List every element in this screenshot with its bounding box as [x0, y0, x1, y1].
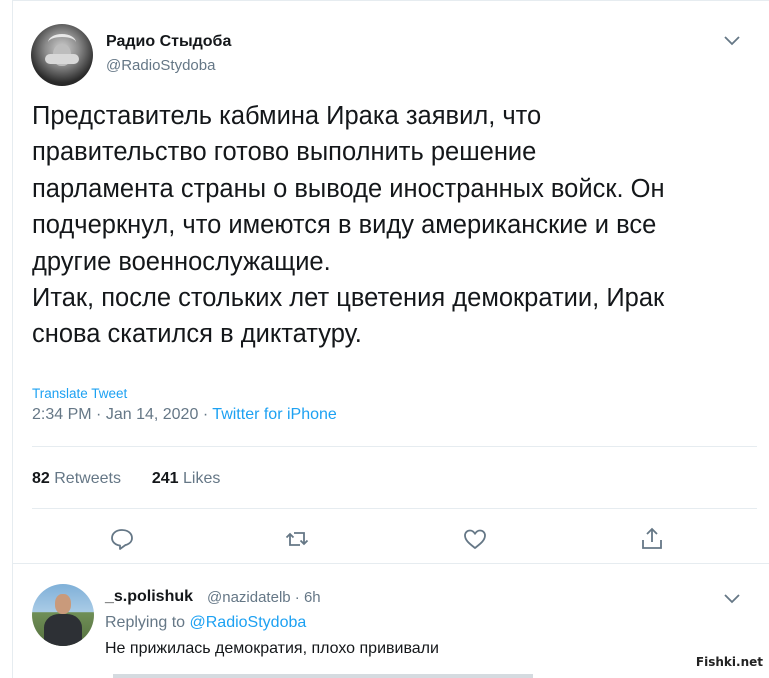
retweets-stat[interactable]: 82 Retweets [32, 470, 121, 487]
reply-icon[interactable] [108, 525, 136, 553]
reply-handle-time: @nazidatelb · 6h [207, 589, 321, 606]
replying-prefix: Replying to [105, 614, 186, 631]
main-tweet[interactable]: Радио Стыдоба @RadioStydoba Представител… [12, 0, 769, 563]
share-icon[interactable] [638, 525, 666, 553]
likes-stat[interactable]: 241 Likes [152, 470, 221, 487]
retweet-icon[interactable] [283, 525, 311, 553]
avatar-head [55, 594, 71, 614]
divider [32, 446, 757, 447]
reply-text: Не прижилась демократия, плохо прививали [105, 640, 439, 657]
likes-label: Likes [183, 470, 221, 487]
chevron-down-icon[interactable] [724, 594, 740, 604]
author-name[interactable]: Радио Стыдоба [106, 33, 231, 51]
like-icon[interactable] [461, 525, 489, 553]
tweet-time[interactable]: 2:34 PM [32, 406, 92, 423]
avatar-hands [45, 54, 79, 64]
separator-dot: · [202, 406, 213, 423]
watermark-logo: Fishki.net [695, 655, 763, 669]
chevron-down-icon[interactable] [724, 36, 740, 46]
tweet-timestamp: 2:34 PM · Jan 14, 2020 · Twitter for iPh… [32, 406, 337, 424]
replying-to-mention[interactable]: @RadioStydoba [190, 614, 307, 631]
tweet-source-link[interactable]: Twitter for iPhone [212, 406, 337, 423]
author-handle[interactable]: @RadioStydoba [106, 57, 215, 74]
replying-to: Replying to @RadioStydoba [105, 614, 306, 632]
reply-time[interactable]: 6h [304, 589, 321, 606]
reply-author-name[interactable]: _s.polishuk [105, 588, 193, 606]
reply-tweet[interactable]: _s.polishuk @nazidatelb · 6h Replying to… [12, 563, 769, 678]
next-line-cutoff [113, 674, 533, 678]
translate-tweet-link[interactable]: Translate Tweet [32, 386, 127, 401]
reply-author-handle[interactable]: @nazidatelb [207, 589, 291, 606]
tweet-text: Представитель кабмина Ирака заявил, что … [32, 102, 665, 349]
author-avatar[interactable] [31, 24, 93, 86]
tweet-date[interactable]: Jan 14, 2020 [106, 406, 199, 423]
retweets-count: 82 [32, 470, 50, 487]
separator-dot: · [294, 589, 304, 606]
retweets-label: Retweets [54, 470, 121, 487]
likes-count: 241 [151, 470, 179, 487]
divider [32, 508, 757, 509]
tweet-stats: 82 Retweets 241 Likes [32, 470, 220, 488]
separator-dot: · [96, 406, 106, 423]
reply-author-avatar[interactable] [32, 584, 94, 646]
avatar-torso [44, 614, 82, 646]
